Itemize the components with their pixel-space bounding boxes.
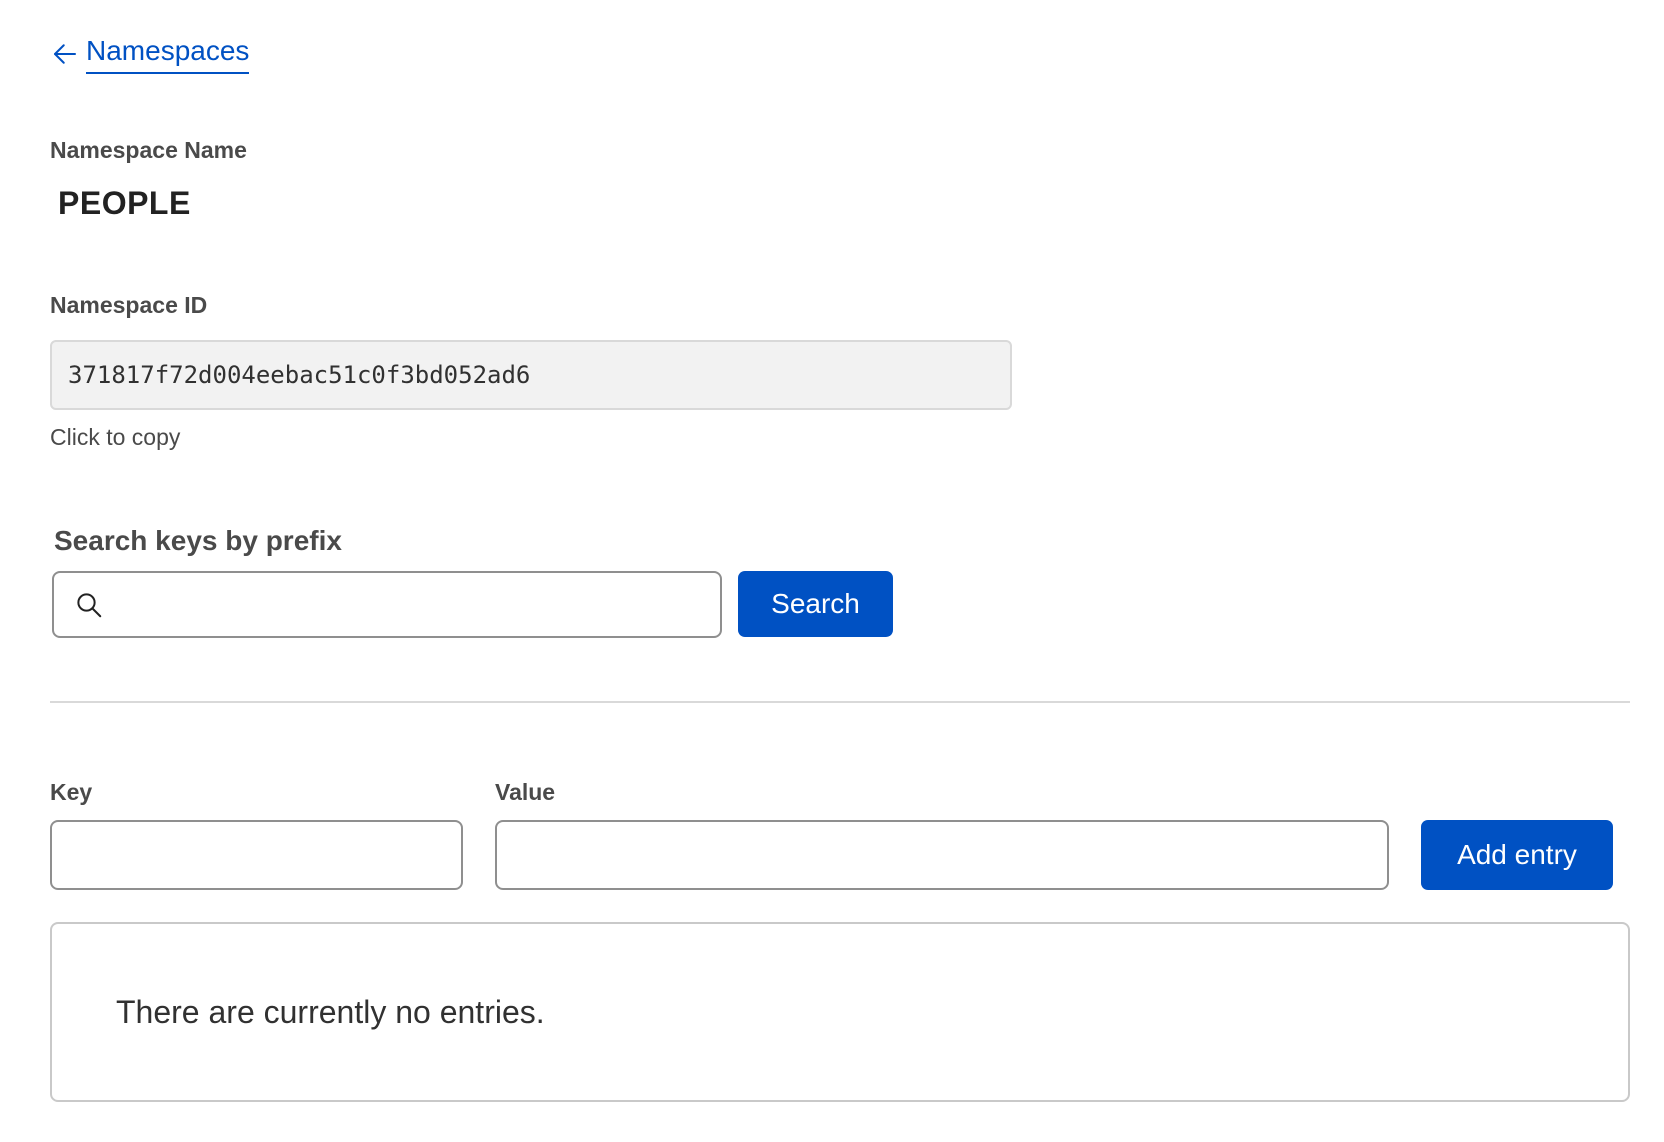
key-label: Key bbox=[50, 779, 93, 805]
value-input[interactable] bbox=[495, 820, 1389, 890]
namespace-name-label: Namespace Name bbox=[50, 137, 247, 163]
key-input[interactable] bbox=[50, 820, 463, 890]
value-label: Value bbox=[495, 779, 556, 805]
empty-entries-message: There are currently no entries. bbox=[116, 994, 545, 1030]
search-button[interactable]: Search bbox=[738, 571, 893, 637]
section-divider bbox=[50, 701, 1630, 703]
search-label: Search keys by prefix bbox=[54, 525, 342, 556]
search-input[interactable] bbox=[114, 572, 720, 637]
namespace-detail-page: Namespaces Namespace Name PEOPLE Namespa… bbox=[0, 0, 1664, 1142]
back-link-label: Namespaces bbox=[86, 34, 250, 74]
namespace-id-copy-field[interactable]: 371817f72d004eebac51c0f3bd052ad6 bbox=[50, 340, 1012, 410]
copy-hint: Click to copy bbox=[50, 424, 181, 450]
namespace-id-label: Namespace ID bbox=[50, 292, 208, 318]
add-entry-button[interactable]: Add entry bbox=[1421, 820, 1613, 890]
arrow-left-icon bbox=[54, 44, 76, 64]
namespace-name: PEOPLE bbox=[58, 185, 191, 221]
search-icon bbox=[77, 592, 102, 617]
entries-list: There are currently no entries. bbox=[50, 922, 1630, 1102]
search-field[interactable] bbox=[52, 571, 722, 638]
back-to-namespaces-link[interactable]: Namespaces bbox=[50, 34, 250, 74]
